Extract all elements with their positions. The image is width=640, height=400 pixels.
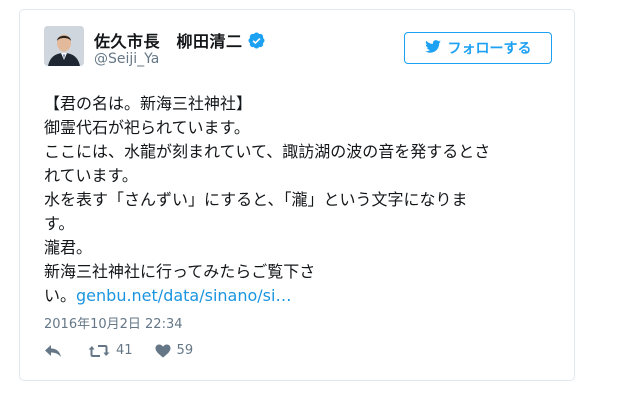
twitter-bird-icon (424, 39, 448, 57)
follow-button[interactable]: フォローする (404, 32, 552, 64)
tweet-link[interactable]: genbu.net/data/sinano/si… (76, 286, 291, 305)
verified-badge-icon (248, 31, 265, 49)
heart-icon (155, 344, 171, 358)
tweet-card: 佐久市長 柳田清二 @Seiji_Ya フォローする 【君の名は。新海三社神社】… (19, 9, 575, 381)
tweet-line: 【君の名は。新海三社神社】 (44, 94, 253, 113)
follow-button-label: フォローする (447, 41, 532, 57)
tweet-line: 御霊代石が祀られています。 (44, 118, 250, 137)
tweet-line: れています。 (44, 166, 138, 185)
reply-icon (44, 344, 62, 358)
tweet-line-prefix: い。 (44, 286, 77, 305)
like-button[interactable]: 59 (155, 343, 194, 358)
tweet-line: 水を表す「さんずい」にすると、「瀧」という文字になりま (44, 190, 468, 209)
tweet-actions: 41 59 (44, 343, 193, 358)
tweet-line: 新海三社神社に行ってみたらご覧下さ (44, 262, 316, 281)
retweet-count: 41 (116, 343, 133, 358)
tweet-line-last: い。genbu.net/data/sinano/si… (44, 284, 552, 308)
avatar[interactable] (44, 26, 84, 66)
tweet-line: す。 (44, 214, 75, 233)
user-name-row[interactable]: 佐久市長 柳田清二 (94, 28, 265, 52)
tweet-text: 【君の名は。新海三社神社】 御霊代石が祀られています。 ここには、水龍が刻まれて… (44, 92, 552, 308)
user-handle[interactable]: @Seiji_Ya (94, 51, 159, 67)
tweet-line: ここには、水龍が刻まれていて、諏訪湖の波の音を発するとさ (44, 142, 491, 161)
timestamp[interactable]: 2016年10月2日 22:34 (44, 313, 183, 332)
retweet-button[interactable]: 41 (88, 343, 133, 358)
retweet-icon (88, 344, 110, 358)
reply-button[interactable] (44, 344, 62, 358)
display-name[interactable]: 佐久市長 柳田清二 (94, 28, 243, 52)
like-count: 59 (176, 343, 194, 358)
tweet-line: 瀧君。 (44, 238, 93, 257)
